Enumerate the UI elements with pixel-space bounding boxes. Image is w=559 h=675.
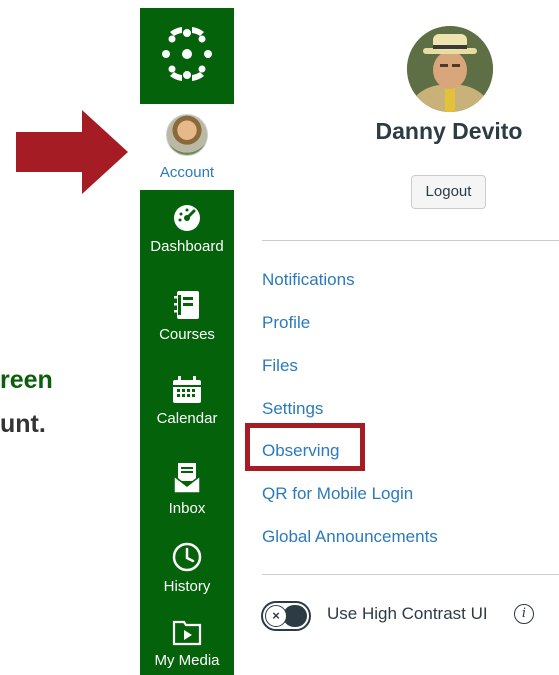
canvas-logo-icon [162,27,212,81]
nav-item-history[interactable]: History [140,542,234,595]
nav-item-label: Courses [159,326,215,343]
divider [262,240,559,241]
courses-icon [174,291,199,319]
link-profile[interactable]: Profile [262,313,310,333]
nav-item-label: Calendar [156,410,218,427]
nav-item-calendar[interactable]: Calendar [140,376,234,427]
nav-item-inbox[interactable]: Inbox [140,462,234,517]
nav-account-label: Account [159,164,215,181]
my-media-icon [172,620,202,646]
red-arrow-icon [16,110,128,194]
nav-account[interactable]: Account [140,104,234,190]
close-icon: × [265,605,287,627]
logout-button[interactable]: Logout [411,175,486,209]
nav-item-dashboard[interactable]: Dashboard [140,204,234,255]
instruction-text-line-1: reen [0,366,53,394]
info-icon[interactable]: i [514,604,534,624]
dashboard-icon [174,205,200,231]
inbox-icon [173,463,201,494]
nav-item-label: Dashboard [150,238,224,255]
account-tray: Danny Devito Logout Notifications Profil… [234,0,559,675]
profile-avatar [407,26,493,112]
profile-user-name: Danny Devito [375,118,523,144]
calendar-icon [173,376,201,403]
high-contrast-toggle[interactable]: × [261,601,311,631]
history-icon [172,542,202,572]
nav-item-label: My Media [154,652,220,669]
high-contrast-label: Use High Contrast UI [327,604,488,623]
link-settings[interactable]: Settings [262,399,323,419]
nav-item-label: History [163,578,211,595]
nav-item-my-media[interactable]: My Media [140,618,234,669]
nav-item-label: Inbox [168,500,206,517]
avatar [166,114,208,156]
link-notifications[interactable]: Notifications [262,270,355,290]
link-qr-mobile-login[interactable]: QR for Mobile Login [262,484,413,504]
nav-item-courses[interactable]: Courses [140,290,234,343]
link-files[interactable]: Files [262,356,298,376]
observing-highlight-box [245,423,365,471]
instruction-text-line-2: unt. [0,410,46,438]
divider [262,574,559,575]
profile-photo [407,26,493,112]
link-global-announcements[interactable]: Global Announcements [262,527,438,547]
canvas-logo[interactable] [140,8,234,104]
global-navigation: Account Dashboard Courses Calendar Inbox… [140,8,234,675]
